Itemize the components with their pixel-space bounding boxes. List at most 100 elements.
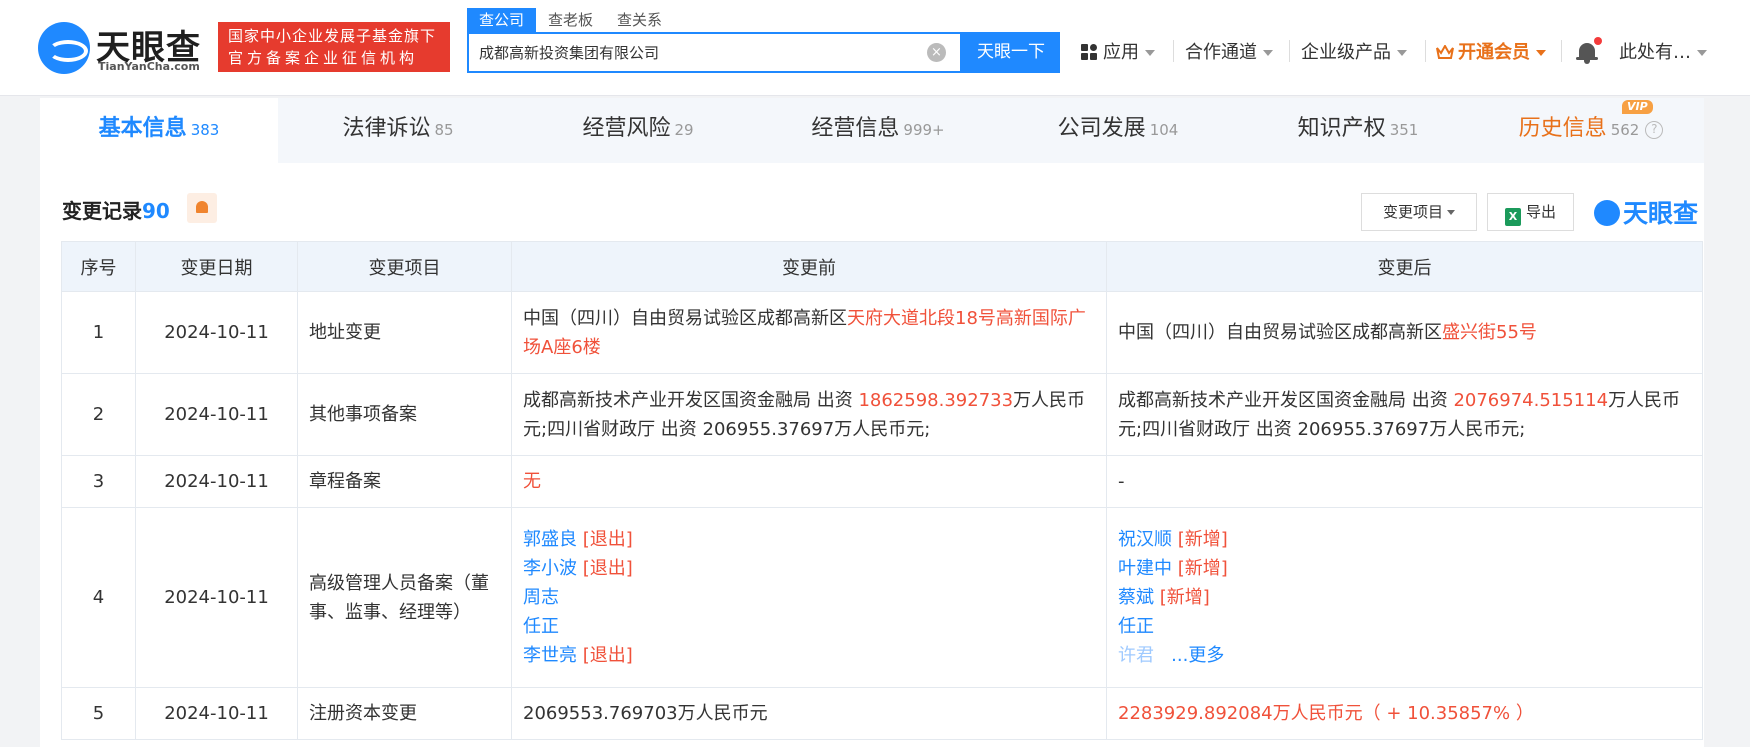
person-tag: [新增] <box>1177 529 1228 550</box>
chevron-down-icon <box>1263 50 1273 56</box>
chevron-down-icon <box>1447 210 1455 215</box>
col-header-no: 序号 <box>61 241 136 292</box>
badge-line-2: 官方备案企业征信机构 <box>228 49 419 67</box>
tab-label: 历史信息 <box>1518 116 1607 141</box>
chevron-down-icon <box>1397 50 1407 56</box>
row-before: 成都高新技术产业开发区国资金融局 出资 1862598.392733万人民币元;… <box>511 373 1107 456</box>
tab-search-relation[interactable]: 查关系 <box>605 8 674 32</box>
chevron-down-icon <box>1697 50 1707 56</box>
tab-history[interactable]: VIP 历史信息 562? <box>1478 98 1704 163</box>
brand-domain: TianYanCha.com <box>98 60 200 73</box>
search-button[interactable]: 天眼一下 <box>962 32 1060 73</box>
person-entry: 任正 <box>523 612 1095 641</box>
person-entry: 李世亮 [退出] <box>523 641 1095 670</box>
person-tag: [退出] <box>582 645 633 666</box>
person-link[interactable]: 蔡斌 <box>1118 587 1154 608</box>
person-entry: 周志 <box>523 583 1095 612</box>
badge-line-1: 国家中小企业发展子基金旗下 <box>228 27 437 45</box>
row-before: 无 <box>511 455 1107 508</box>
table-header-row: 序号 变更日期 变更项目 变更前 变更后 <box>61 241 1703 292</box>
nav-user-menu[interactable]: 此处有… <box>1619 38 1707 66</box>
person-link[interactable]: 叶建中 <box>1118 558 1172 579</box>
nav-vip-label: 开通会员 <box>1458 42 1530 63</box>
apps-grid-icon <box>1081 44 1097 60</box>
tab-label: 经营信息 <box>811 116 900 141</box>
person-link[interactable]: 李世亮 <box>523 645 577 666</box>
notification-bell-icon[interactable] <box>1576 37 1602 64</box>
section-title: 变更记录90 <box>62 195 170 224</box>
highlight-amount: 1862598.392733 <box>858 389 1014 411</box>
chevron-down-icon <box>1145 50 1155 56</box>
section-title-label: 变更记录 <box>62 199 142 223</box>
monitor-bell-icon[interactable] <box>187 193 217 223</box>
detail-tabs: 基本信息 383 法律诉讼 85 经营风险 29 经营信息 999+ 公司发展 104 知… <box>40 98 1704 163</box>
row-item: 章程备案 <box>297 455 512 508</box>
person-link[interactable]: 任正 <box>523 616 559 637</box>
tab-search-boss[interactable]: 查老板 <box>536 8 605 32</box>
row-after: 中国（四川）自由贸易试验区成都高新区盛兴街55号 <box>1106 291 1703 374</box>
row-date: 2024-10-11 <box>135 507 298 688</box>
nav-cooperation-label: 合作通道 <box>1185 42 1257 63</box>
more-link[interactable]: ...更多 <box>1171 645 1224 666</box>
tab-label: 公司发展 <box>1057 116 1146 141</box>
person-link[interactable]: 祝汉顺 <box>1118 529 1172 550</box>
table-row: 2 2024-10-11 其他事项备案 成都高新技术产业开发区国资金融局 出资 … <box>61 373 1703 456</box>
nav-vip[interactable]: 开通会员 <box>1436 38 1546 66</box>
official-badge[interactable]: 国家中小企业发展子基金旗下 官方备案企业征信机构 <box>218 22 450 72</box>
row-item: 地址变更 <box>297 291 512 374</box>
tab-count: 29 <box>674 121 694 139</box>
person-tag: [新增] <box>1159 587 1210 608</box>
tab-search-company[interactable]: 查公司 <box>467 8 537 32</box>
tab-ip[interactable]: 知识产权 351 <box>1238 98 1478 163</box>
row-item: 注册资本变更 <box>297 687 512 740</box>
row-item: 其他事项备案 <box>297 373 512 456</box>
row-no: 5 <box>61 687 136 740</box>
nav-cooperation[interactable]: 合作通道 <box>1185 38 1273 66</box>
export-button[interactable]: X 导出 <box>1487 193 1574 231</box>
help-icon[interactable]: ? <box>1645 121 1664 139</box>
row-after: 2283929.892084万人民币元（ + 10.35857% ） <box>1106 687 1703 740</box>
nav-divider <box>1425 40 1426 62</box>
clear-icon[interactable]: × <box>927 43 946 62</box>
export-label: 导出 <box>1525 203 1556 221</box>
row-no: 3 <box>61 455 136 508</box>
tab-basic-info[interactable]: 基本信息 383 <box>40 98 278 163</box>
logo-eye-icon <box>1594 200 1620 226</box>
person-link[interactable]: 李小波 <box>523 558 577 579</box>
row-item: 高级管理人员备案（董事、监事、经理等） <box>297 507 512 688</box>
row-date: 2024-10-11 <box>135 291 298 374</box>
chevron-down-icon <box>1536 50 1546 56</box>
tab-operation[interactable]: 经营信息 999+ <box>758 98 998 163</box>
row-before: 中国（四川）自由贸易试验区成都高新区天府大道北段18号高新国际广场A座6楼 <box>511 291 1107 374</box>
person-entry: 蔡斌 [新增] <box>1118 583 1691 612</box>
unread-dot <box>1594 37 1602 45</box>
person-link[interactable]: 任正 <box>1118 616 1154 637</box>
tab-legal[interactable]: 法律诉讼 85 <box>278 98 518 163</box>
section-count: 90 <box>142 199 170 223</box>
person-entry: 许君 ...更多 <box>1118 641 1691 670</box>
change-record-table: 序号 变更日期 变更项目 变更前 变更后 1 2024-10-11 地址变更 中… <box>61 241 1703 740</box>
person-link-faded[interactable]: 许君 <box>1118 645 1154 666</box>
table-row: 4 2024-10-11 高级管理人员备案（董事、监事、经理等） 郭盛良 [退出… <box>61 507 1703 688</box>
person-entry: 任正 <box>1118 612 1691 641</box>
person-link[interactable]: 郭盛良 <box>523 529 577 550</box>
tab-count: 562 <box>1610 121 1640 139</box>
tab-label: 基本信息 <box>98 116 187 141</box>
change-item-filter[interactable]: 变更项目 <box>1361 193 1477 231</box>
person-entry: 李小波 [退出] <box>523 554 1095 583</box>
text: 成都高新技术产业开发区国资金融局 出资 <box>1118 389 1454 411</box>
row-after: - <box>1106 455 1703 508</box>
tab-development[interactable]: 公司发展 104 <box>998 98 1238 163</box>
highlight-amount: 2076974.515114 <box>1453 389 1609 411</box>
tab-risk[interactable]: 经营风险 29 <box>518 98 758 163</box>
nav-apps[interactable]: 应用 <box>1081 38 1155 66</box>
row-date: 2024-10-11 <box>135 373 298 456</box>
text: 中国（四川）自由贸易试验区成都高新区 <box>523 307 847 329</box>
nav-divider <box>1173 40 1174 62</box>
col-header-date: 变更日期 <box>135 241 298 292</box>
person-entry: 叶建中 [新增] <box>1118 554 1691 583</box>
search-input[interactable] <box>469 34 909 71</box>
person-link[interactable]: 周志 <box>523 587 559 608</box>
nav-enterprise[interactable]: 企业级产品 <box>1301 38 1407 66</box>
brand-logo[interactable]: 天眼查 TianYanCha.com <box>38 20 213 76</box>
